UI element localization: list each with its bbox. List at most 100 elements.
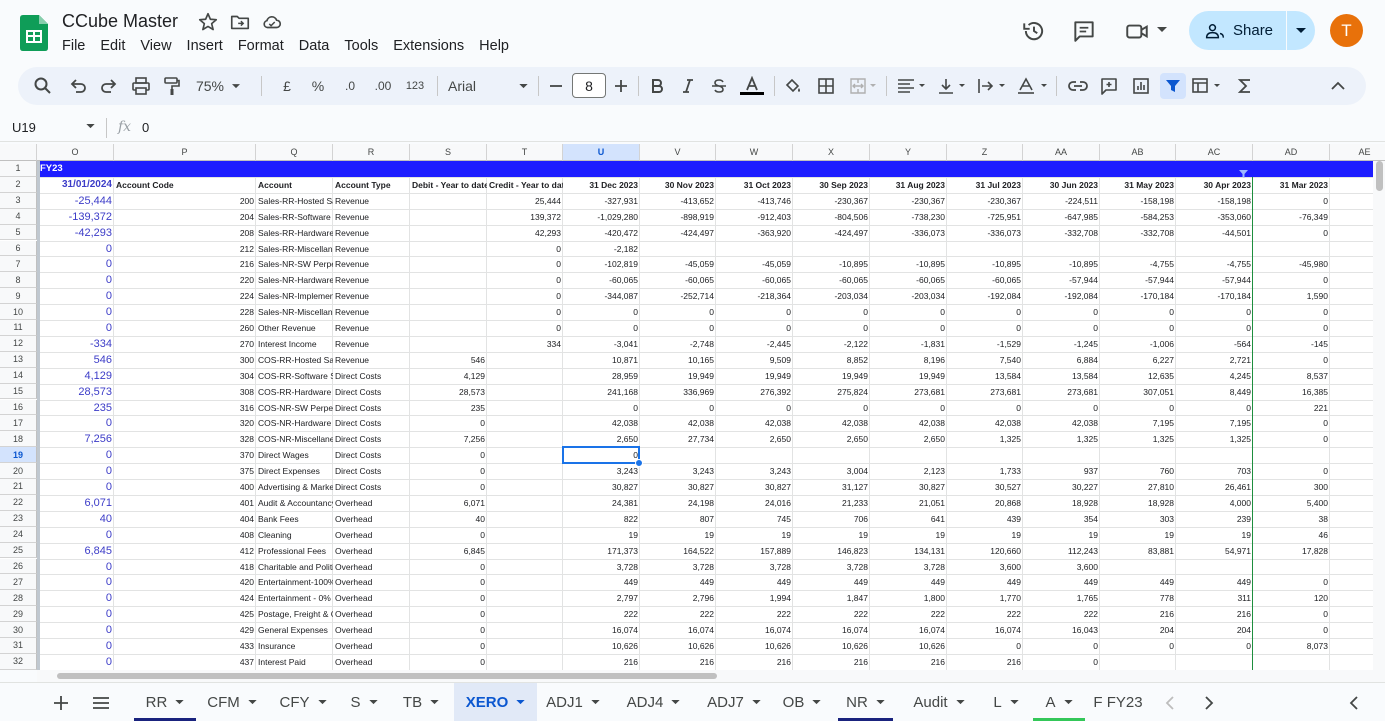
cell-z[interactable]: -192,084 — [947, 288, 1023, 304]
cell-ad[interactable]: 0 — [1253, 352, 1330, 368]
row-header[interactable]: 15 — [0, 384, 37, 400]
meet-dropdown-icon[interactable] — [1157, 26, 1167, 34]
cell-r[interactable]: Direct Costs — [333, 463, 410, 479]
header-cell-aa[interactable]: 30 Jun 2023 — [1023, 177, 1100, 193]
cell-u[interactable]: 30,827 — [563, 479, 640, 495]
cell-q[interactable]: COS-NR-Hardware S — [256, 415, 333, 431]
cell-ac[interactable]: -4,755 — [1176, 256, 1253, 272]
currency-format-button[interactable]: £ — [277, 76, 297, 96]
move-folder-icon[interactable] — [229, 11, 251, 33]
cell-ad[interactable]: 0 — [1253, 304, 1330, 320]
cell-aa[interactable]: 0 — [1023, 638, 1100, 654]
cell-v[interactable]: 164,522 — [640, 543, 716, 559]
row-header[interactable]: 12 — [0, 336, 37, 352]
row-header[interactable]: 18 — [0, 431, 37, 447]
cell-x[interactable]: -424,497 — [793, 225, 870, 241]
cell-x[interactable]: 222 — [793, 606, 870, 622]
sheet-tab-rr[interactable]: RR — [134, 683, 196, 721]
cell-z[interactable]: -230,367 — [947, 193, 1023, 209]
row-header[interactable]: 25 — [0, 543, 37, 559]
cell-s[interactable]: 0 — [410, 463, 487, 479]
cell-r[interactable]: Direct Costs — [333, 384, 410, 400]
cell-p[interactable]: 270 — [114, 336, 256, 352]
cell-ad[interactable]: 0 — [1253, 272, 1330, 288]
cell-u[interactable]: 42,038 — [563, 415, 640, 431]
cell-u[interactable]: 10,871 — [563, 352, 640, 368]
cell-q[interactable]: Direct Expenses — [256, 463, 333, 479]
sheet-tab-cfm[interactable]: CFM — [196, 683, 268, 721]
cell-ab[interactable]: -57,944 — [1100, 272, 1176, 288]
cell-t[interactable]: 0 — [487, 288, 563, 304]
cell-t[interactable]: 0 — [487, 320, 563, 336]
bold-icon[interactable] — [648, 76, 666, 96]
cell-aa[interactable]: 222 — [1023, 606, 1100, 622]
cell-r[interactable]: Overhead — [333, 543, 410, 559]
cell-u[interactable]: -3,041 — [563, 336, 640, 352]
header-cell-ab[interactable]: 31 May 2023 — [1100, 177, 1176, 193]
cell-y[interactable]: -230,367 — [870, 193, 947, 209]
filter-button[interactable] — [1160, 73, 1186, 99]
cell-x[interactable]: 19,949 — [793, 368, 870, 384]
cell-x[interactable]: 449 — [793, 574, 870, 590]
row-header[interactable]: 6 — [0, 241, 37, 257]
cell-r[interactable]: Overhead — [333, 638, 410, 654]
cell-ad[interactable]: 300 — [1253, 479, 1330, 495]
cell-w[interactable]: -912,403 — [716, 209, 793, 225]
cell-v[interactable]: -2,748 — [640, 336, 716, 352]
row-header[interactable]: 14 — [0, 368, 37, 384]
cell-ac[interactable]: 0 — [1176, 400, 1253, 416]
vertical-scrollbar[interactable] — [1373, 161, 1385, 670]
cell-x[interactable]: 42,038 — [793, 415, 870, 431]
cell-s[interactable]: 4,129 — [410, 368, 487, 384]
cell-r[interactable]: Overhead — [333, 559, 410, 575]
cell-q[interactable]: Sales-RR-Hosted Sa — [256, 193, 333, 209]
cell-w[interactable]: 30,827 — [716, 479, 793, 495]
sheet-tab-adj4[interactable]: ADJ4 — [615, 683, 692, 721]
cell-t[interactable]: 42,293 — [487, 225, 563, 241]
horizontal-scroll-thumb[interactable] — [57, 673, 717, 679]
cell-aa[interactable]: 1,325 — [1023, 431, 1100, 447]
print-icon[interactable] — [131, 76, 151, 96]
cell-v[interactable]: 10,165 — [640, 352, 716, 368]
cell-p[interactable]: 437 — [114, 654, 256, 670]
header-cell-u[interactable]: 31 Dec 2023 — [563, 177, 640, 193]
cell-ac[interactable]: 703 — [1176, 463, 1253, 479]
more-formats-button[interactable]: 123 — [402, 76, 428, 96]
cell-q[interactable]: COS-RR-Hardware S — [256, 384, 333, 400]
italic-icon[interactable] — [679, 76, 697, 96]
cell-aa[interactable]: 0 — [1023, 400, 1100, 416]
cell-ab[interactable]: 760 — [1100, 463, 1176, 479]
cell-x[interactable]: 8,852 — [793, 352, 870, 368]
row-header[interactable]: 21 — [0, 479, 37, 495]
row-header[interactable]: 17 — [0, 415, 37, 431]
menu-tools[interactable]: Tools — [344, 36, 378, 56]
meet-video-icon[interactable] — [1124, 18, 1150, 44]
cloud-saved-icon[interactable] — [261, 11, 283, 33]
cell-u[interactable]: 28,959 — [563, 368, 640, 384]
cell-r[interactable]: Overhead — [333, 511, 410, 527]
cell-y[interactable]: 19 — [870, 527, 947, 543]
insert-chart-icon[interactable] — [1131, 76, 1151, 96]
cell-aa[interactable]: 273,681 — [1023, 384, 1100, 400]
cell-ad[interactable]: -145 — [1253, 336, 1330, 352]
row-header[interactable]: 29 — [0, 606, 37, 622]
cell-ab[interactable]: 12,635 — [1100, 368, 1176, 384]
cell-ab[interactable]: 7,195 — [1100, 415, 1176, 431]
cell-x[interactable]: 21,233 — [793, 495, 870, 511]
cell-aa[interactable]: 0 — [1023, 304, 1100, 320]
cell-w[interactable]: 745 — [716, 511, 793, 527]
cell-ac[interactable]: 204 — [1176, 622, 1253, 638]
cell-aa[interactable]: 18,928 — [1023, 495, 1100, 511]
sheet-tab-audit[interactable]: Audit — [901, 683, 977, 721]
cell-ab[interactable]: 307,051 — [1100, 384, 1176, 400]
cell-o[interactable]: 546 — [37, 352, 114, 368]
cell-ac[interactable]: 7,195 — [1176, 415, 1253, 431]
cell-ab[interactable]: 0 — [1100, 320, 1176, 336]
share-main[interactable]: Share — [1189, 11, 1286, 50]
cell-t[interactable]: 334 — [487, 336, 563, 352]
column-header-r[interactable]: R — [333, 144, 410, 161]
insert-link-icon[interactable] — [1067, 76, 1089, 96]
cell-ad[interactable]: 16,385 — [1253, 384, 1330, 400]
cell-z[interactable]: -725,951 — [947, 209, 1023, 225]
cell-ab[interactable]: -170,184 — [1100, 288, 1176, 304]
